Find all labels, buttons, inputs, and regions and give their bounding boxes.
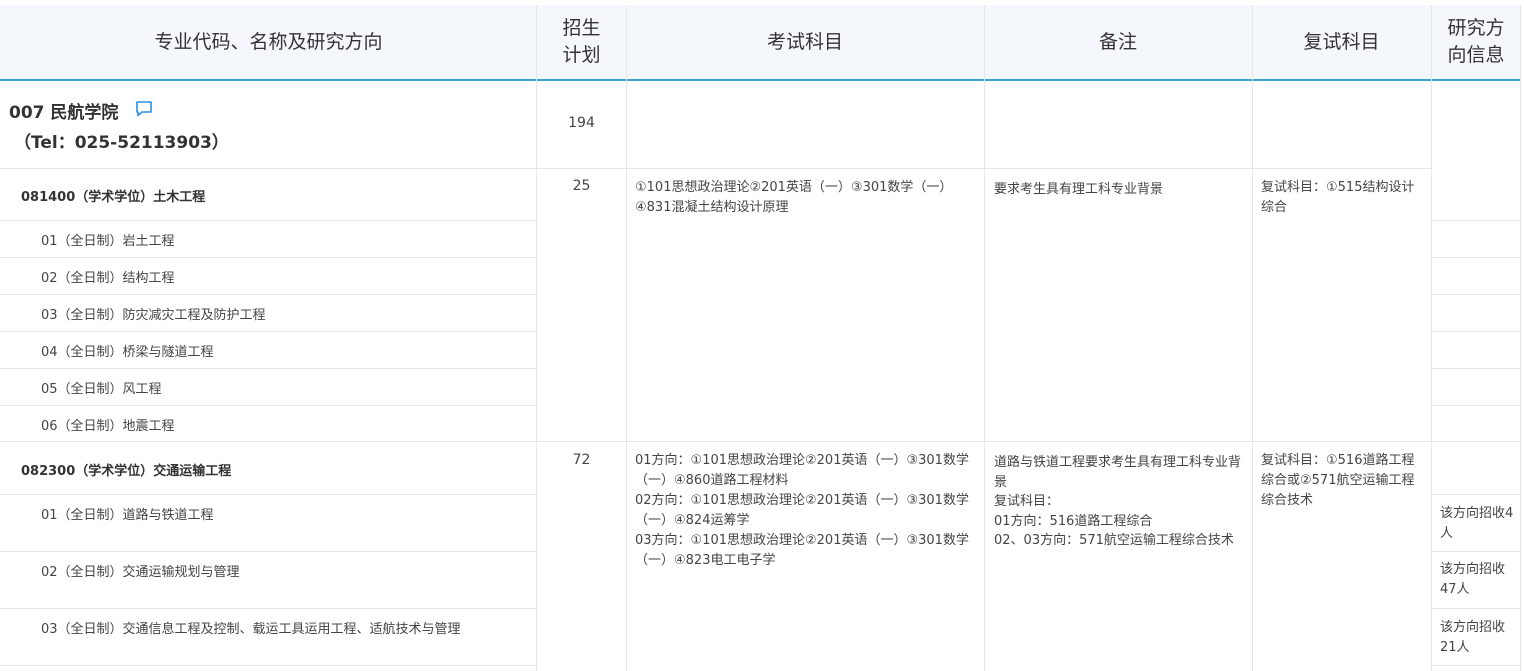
major-notes: 道路与铁道工程要求考生具有理工科专业背景 复试科目： 01方向：516道路工程综…: [994, 453, 1242, 551]
major-plan: 25: [572, 178, 591, 194]
row-divider: [1431, 494, 1521, 495]
row-divider: [1431, 608, 1521, 609]
direction-item: 01（全日制）岩土工程: [41, 234, 175, 249]
notes-line: 道路与铁道工程要求考生具有理工科专业背景: [994, 455, 1242, 490]
exam-line: 01方向：①101思想政治理论②201英语（一）③301数学（一）④860道路工…: [635, 453, 969, 488]
header-exam: 考试科目: [766, 30, 843, 53]
row-divider: [1431, 665, 1521, 666]
direction-item: 03（全日制）防灾减灾工程及防护工程: [41, 308, 266, 323]
row-divider: [0, 608, 537, 609]
grid-line: [1431, 5, 1432, 671]
direction-item: 04（全日制）桥梁与隧道工程: [41, 345, 214, 360]
header-research-line2: 向信息: [1447, 44, 1505, 66]
header-research-line1: 研究方: [1447, 17, 1505, 39]
row-divider: [1431, 220, 1521, 221]
row-divider: [0, 220, 537, 221]
direction-item: 02（全日制）交通运输规划与管理: [41, 565, 240, 580]
row-divider: [0, 168, 1431, 169]
header-major: 专业代码、名称及研究方向: [154, 30, 383, 53]
department-tel: （Tel：025-52113903）: [14, 133, 229, 153]
row-divider: [0, 294, 537, 295]
major-exam: ①101思想政治理论②201英语（一）③301数学（一）④831混凝土结构设计原…: [635, 180, 953, 215]
row-divider: [0, 441, 1521, 442]
comment-icon[interactable]: [135, 100, 153, 118]
major-exam: 01方向：①101思想政治理论②201英语（一）③301数学（一）④860道路工…: [635, 451, 975, 571]
grid-line: [1252, 5, 1253, 671]
row-divider: [0, 665, 537, 666]
grid-line: [984, 5, 985, 671]
header-plan-line1: 招生: [562, 17, 601, 39]
direction-item: 02（全日制）结构工程: [41, 271, 175, 286]
notes-line: 01方向：516道路工程综合: [994, 513, 1153, 529]
direction-item: 03（全日制）交通信息工程及控制、载运工具运用工程、适航技术与管理: [41, 622, 461, 637]
exam-line: 02方向：①101思想政治理论②201英语（一）③301数学（一）④824运筹学: [635, 493, 969, 528]
row-divider: [0, 368, 537, 369]
direction-quota: 该方向招收4人: [1440, 506, 1514, 541]
major-title: 081400（学术学位）土木工程: [21, 190, 206, 205]
row-divider: [1431, 405, 1521, 406]
header-plan-line2: 计划: [562, 44, 601, 66]
direction-item: 01（全日制）道路与铁道工程: [41, 508, 214, 523]
header-retest: 复试科目: [1303, 30, 1380, 53]
notes-line: 02、03方向：571航空运输工程综合技术: [994, 533, 1234, 548]
notes-line: 复试科目：: [994, 494, 1060, 509]
department-name: 007 民航学院: [9, 103, 119, 123]
major-title: 082300（学术学位）交通运输工程: [21, 464, 232, 479]
row-divider: [0, 405, 537, 406]
row-divider: [1431, 294, 1521, 295]
major-retest: 复试科目：①515结构设计综合: [1261, 180, 1415, 215]
department-plan: 194: [568, 115, 595, 131]
row-divider: [1252, 168, 1431, 169]
header-notes: 备注: [1098, 30, 1137, 53]
direction-item: 06（全日制）地震工程: [41, 419, 175, 434]
admissions-table: 专业代码、名称及研究方向 招生 计划 考试科目 备注 复试科目 研究方 向信息 …: [0, 0, 1524, 671]
major-notes: 要求考生具有理工科专业背景: [994, 182, 1164, 197]
major-plan: 72: [572, 452, 591, 468]
row-divider: [0, 257, 537, 258]
direction-quota: 该方向招收21人: [1440, 620, 1506, 655]
row-divider: [1431, 368, 1521, 369]
row-divider: [1431, 331, 1521, 332]
direction-item: 05（全日制）风工程: [41, 382, 162, 397]
row-divider: [0, 331, 537, 332]
grid-line: [536, 5, 537, 671]
row-divider: [0, 551, 537, 552]
grid-line: [626, 5, 627, 671]
direction-quota: 该方向招收47人: [1440, 562, 1506, 597]
exam-line: 03方向：①101思想政治理论②201英语（一）③301数学（一）④823电工电…: [635, 533, 969, 568]
grid-line: [1520, 5, 1521, 671]
header-plan: 招生 计划: [537, 5, 626, 79]
row-divider: [0, 494, 537, 495]
major-retest: 复试科目：①516道路工程综合或②571航空运输工程综合技术: [1261, 453, 1415, 508]
row-divider: [1431, 257, 1521, 258]
row-divider: [1431, 551, 1521, 552]
header-research: 研究方 向信息: [1431, 5, 1521, 79]
